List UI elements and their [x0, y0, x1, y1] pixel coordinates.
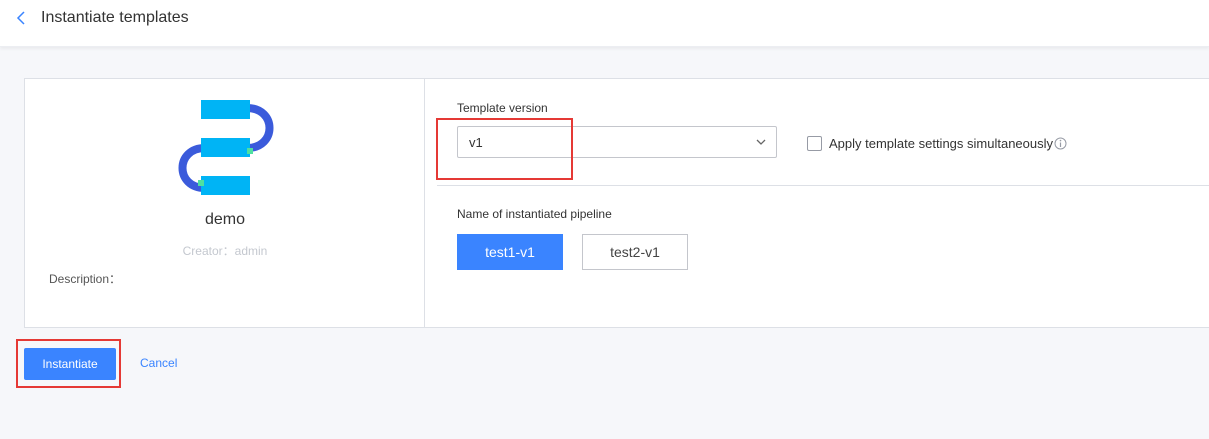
cancel-button[interactable]: Cancel [140, 356, 177, 370]
chevron-left-icon[interactable] [14, 9, 30, 27]
template-creator: Creator：admin [182, 244, 268, 258]
template-version-value: v1 [469, 135, 483, 150]
pipeline-tag-test2[interactable]: test2-v1 [582, 234, 688, 270]
info-icon[interactable] [1054, 137, 1067, 150]
template-name: demo [204, 211, 246, 228]
template-version-label: Template version [457, 101, 548, 115]
pipeline-logo-icon [178, 100, 274, 195]
pipeline-name-label: Name of instantiated pipeline [457, 207, 612, 221]
apply-settings-checkbox[interactable] [807, 136, 822, 151]
pipeline-tag-test1[interactable]: test1-v1 [457, 234, 563, 270]
chevron-down-icon [756, 139, 766, 145]
template-description: Description： [49, 272, 122, 286]
template-info-panel: demo Creator：admin Description： [25, 79, 425, 327]
instantiate-form: Template version v1 Apply template setti… [426, 79, 1209, 327]
instantiate-button[interactable]: Instantiate [24, 348, 116, 380]
instantiate-card: demo Creator：admin Description： Template… [24, 78, 1209, 328]
apply-settings-label: Apply template settings simultaneously [829, 136, 1054, 151]
template-version-select[interactable]: v1 [457, 126, 777, 158]
page-header: Instantiate templates [0, 0, 1209, 47]
page-title: Instantiate templates [41, 9, 189, 26]
apply-settings-option: Apply template settings simultaneously [807, 136, 1067, 151]
section-divider [437, 185, 1209, 186]
